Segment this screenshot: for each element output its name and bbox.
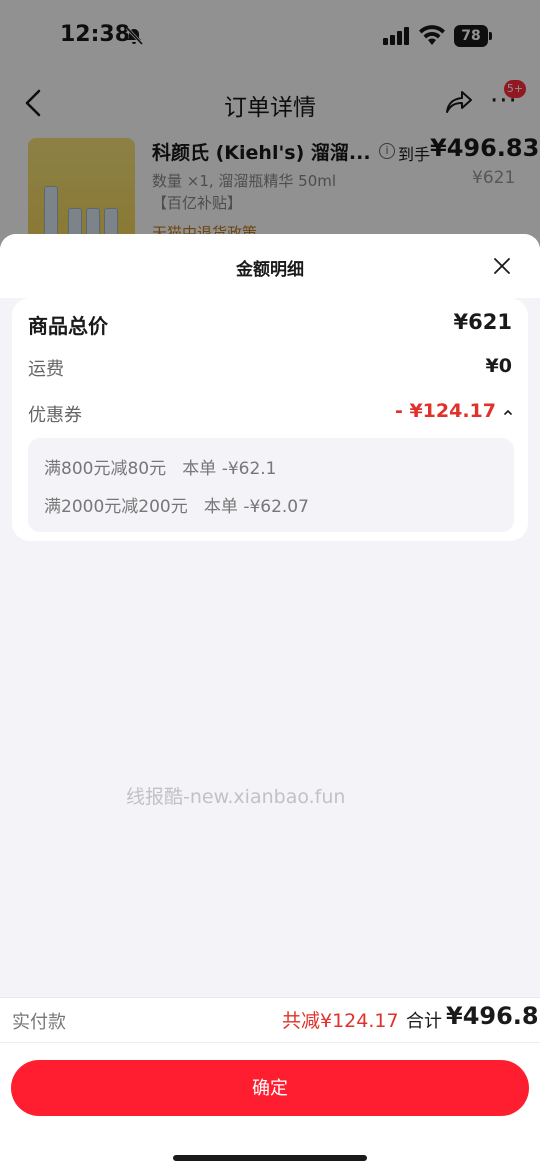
sheet-title: 金额明细	[236, 260, 304, 280]
payment-footer: 实付款 共减¥124.17 合计 ¥496.83 确定	[0, 997, 540, 1170]
sum-value: ¥496.83	[446, 1002, 540, 1030]
amount-card: 商品总价 ¥621 运费 ¥0 优惠券 - ¥124.17 满800元减80元 …	[12, 298, 528, 541]
order-detail-page: 12:38 78 订单详情 ··· 5+ 科颜氏 (Kiehl's) 溜溜...…	[0, 0, 540, 260]
confirm-button[interactable]: 确定	[11, 1060, 529, 1116]
amount-detail-sheet: 金额明细 商品总价 ¥621 运费 ¥0 优惠券 - ¥124.17 满800元…	[0, 234, 540, 1170]
coupon-line: 满2000元减200元 本单 -¥62.07	[44, 497, 309, 517]
shipping-value: ¥0	[485, 355, 512, 377]
chevron-up-icon[interactable]	[502, 406, 514, 418]
goods-total-label: 商品总价	[28, 314, 108, 338]
actual-pay-label: 实付款	[12, 1012, 66, 1033]
sum-label: 合计	[406, 1011, 442, 1032]
coupon-label: 优惠券	[28, 405, 82, 426]
sheet-header: 金额明细	[0, 234, 540, 298]
coupon-value[interactable]: - ¥124.17	[395, 400, 496, 422]
coupon-detail-box: 满800元减80元 本单 -¥62.1 满2000元减200元 本单 -¥62.…	[28, 438, 514, 532]
close-icon[interactable]	[492, 256, 512, 276]
coupon-line: 满800元减80元 本单 -¥62.1	[44, 459, 277, 479]
watermark-text: 线报酷-new.xianbao.fun	[126, 786, 346, 808]
home-indicator[interactable]	[173, 1155, 367, 1161]
overlay-dim[interactable]	[0, 0, 540, 260]
divider	[0, 1042, 540, 1043]
total-reduction: 共减¥124.17	[282, 1010, 399, 1032]
goods-total-value: ¥621	[453, 310, 512, 334]
shipping-label: 运费	[28, 359, 64, 380]
